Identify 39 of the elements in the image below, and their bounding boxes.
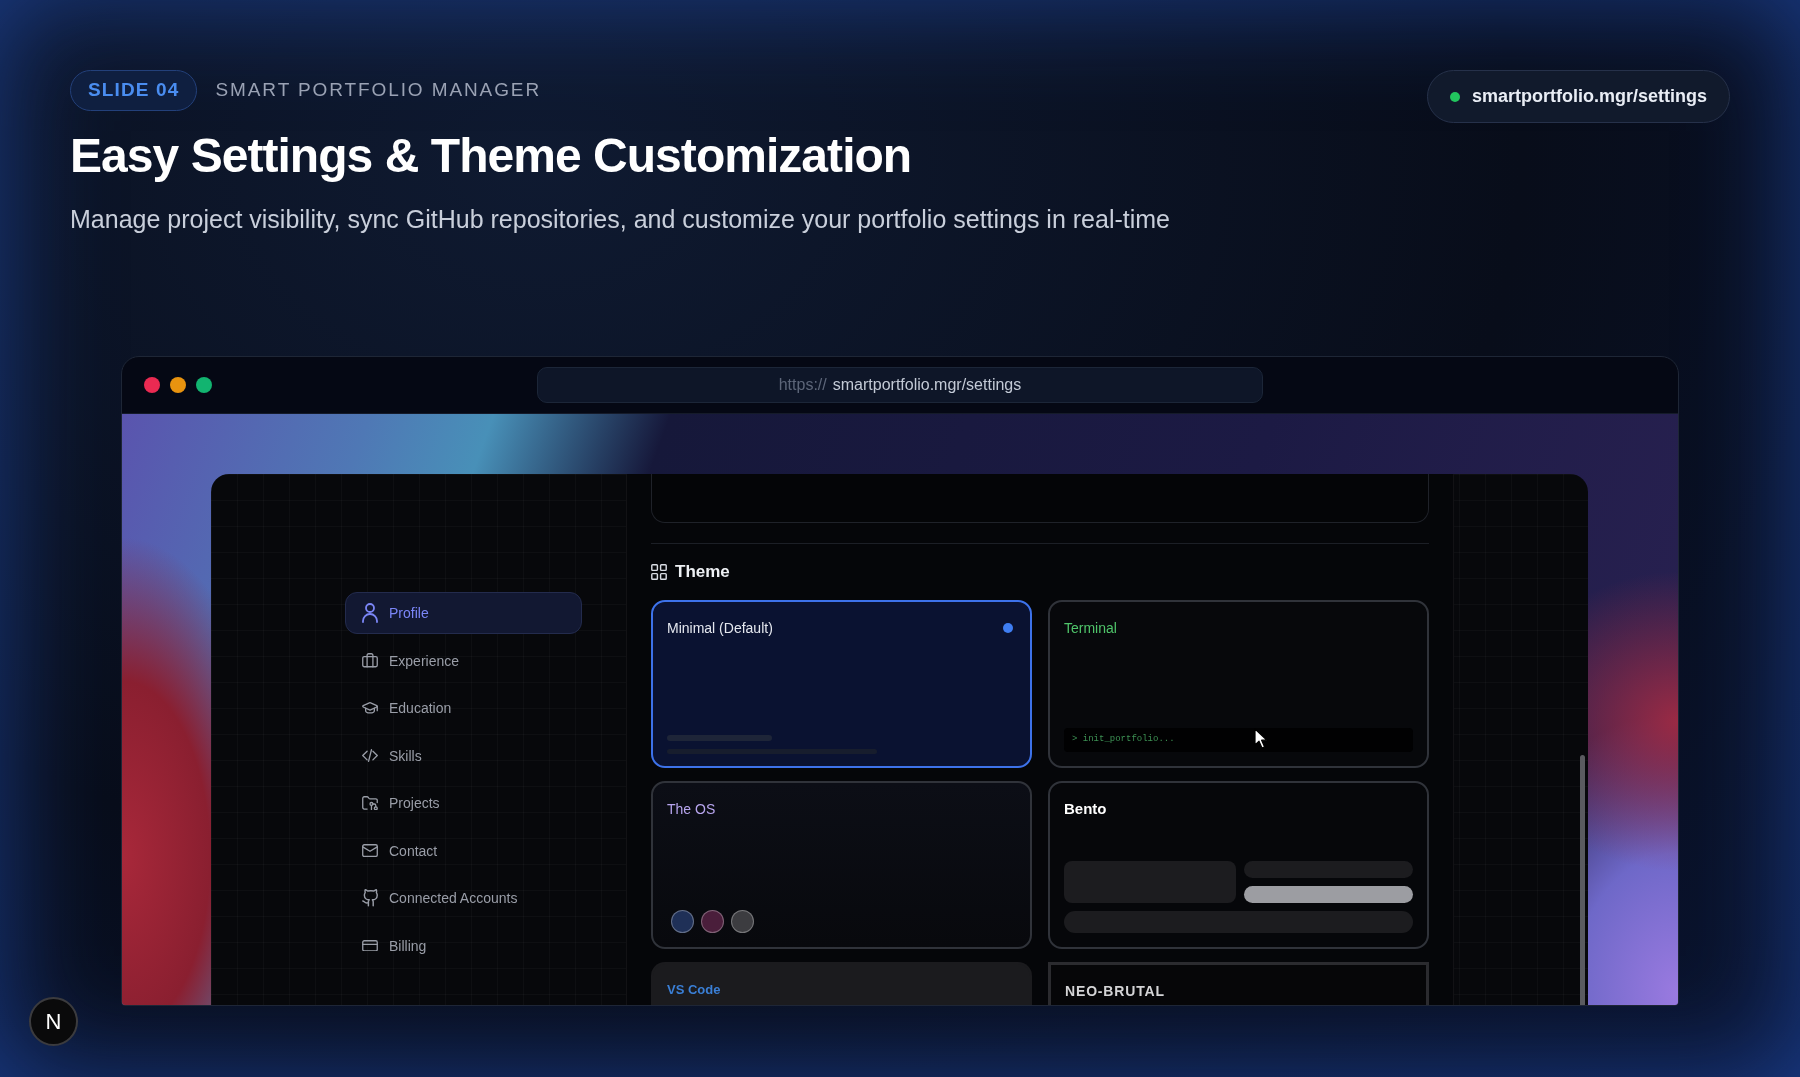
logo-button[interactable]: N [29,997,78,1046]
cursor-icon [1254,728,1268,749]
color-swatch-icon[interactable] [671,910,694,933]
user-icon [362,603,378,623]
sidebar-item[interactable]: Skills [345,734,582,777]
color-swatch-icon[interactable] [701,910,724,933]
sidebar-item[interactable]: Profile [345,592,582,634]
grid-icon [651,564,667,580]
theme-card[interactable]: The OS [651,781,1032,949]
briefcase-icon [362,653,378,668]
slide-subtitle: Manage project visibility, sync GitHub repositories, and customize your portfolio settings in real-time [70,204,1170,235]
sidebar-item[interactable]: Contact [345,829,582,872]
address-bar[interactable]: https:// smartportfolio.mgr/settings [537,367,1263,403]
credit-card-icon [362,939,378,952]
scrollbar-thumb[interactable] [1580,755,1585,1005]
url-text: smartportfolio.mgr/settings [1471,85,1707,108]
code-icon [362,748,378,763]
envelope-icon [362,843,378,858]
sidebar-item[interactable]: Experience [345,639,582,682]
theme-card[interactable]: VS Code [651,962,1032,1005]
slide-number-tag: SLIDE 04 [70,70,198,111]
sidebar-item[interactable]: Education [345,687,582,729]
theme-card[interactable]: Bento [1048,781,1429,949]
window-close-icon[interactable] [144,377,160,393]
graduation-cap-icon [362,702,378,714]
folder-icon [362,795,378,811]
sidebar-item[interactable]: Projects [345,782,582,824]
slide-title: Easy Settings & Theme Customization [70,128,913,184]
window-zoom-icon[interactable] [196,377,212,393]
window-minimize-icon[interactable] [170,377,186,393]
color-swatch-icon[interactable] [731,910,754,933]
theme-card[interactable]: NEO-BRUTAL [1048,962,1429,1005]
sidebar-item[interactable]: Connected Accounts [345,877,582,919]
theme-card[interactable]: Minimal (Default) [651,600,1032,768]
github-icon [362,889,378,907]
sidebar-item[interactable]: Billing [345,924,582,967]
section-heading: Theme [675,562,730,582]
product-label: SMART PORTFOLIO MANAGER [215,78,542,103]
theme-card[interactable]: Terminal > init_portfolio... [1048,600,1429,768]
